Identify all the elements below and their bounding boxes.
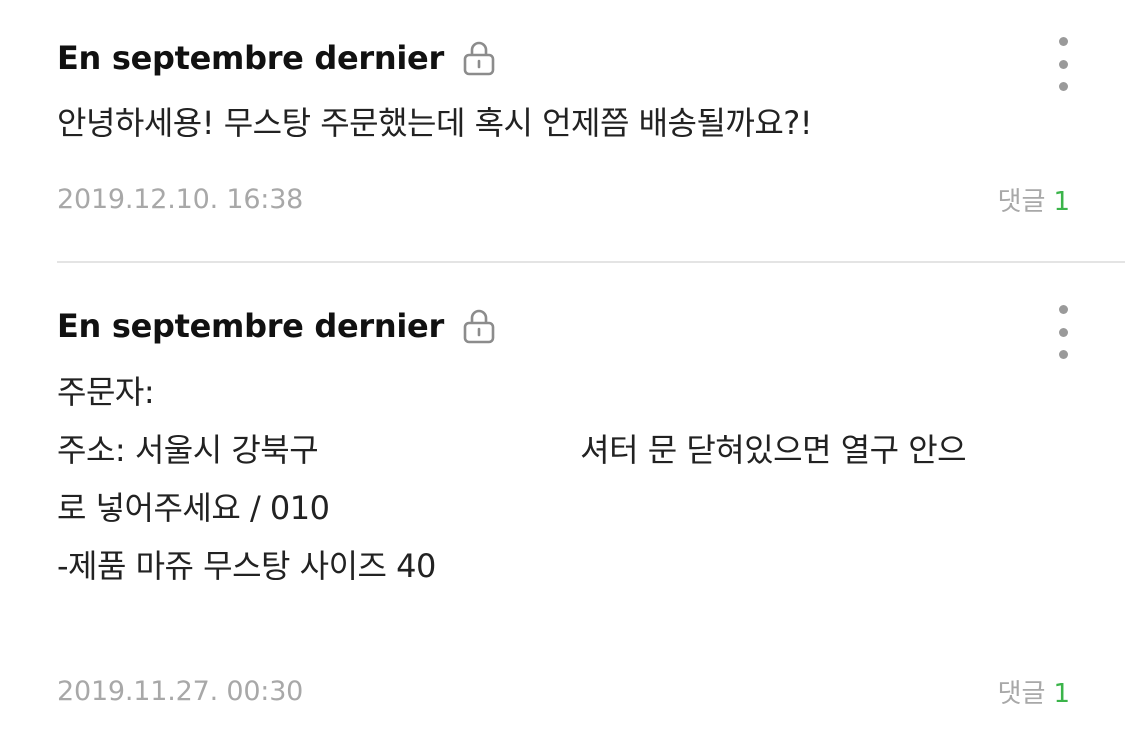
post-timestamp: 2019.11.27. 00:30	[57, 675, 304, 707]
comment-link[interactable]: 댓글 1	[998, 181, 1070, 218]
orderer-label: 주문자:	[57, 373, 155, 411]
post-header: En septembre dernier	[57, 304, 496, 348]
comment-count: 1	[1053, 678, 1070, 709]
comment-link[interactable]: 댓글 1	[998, 673, 1070, 710]
phone-line: 로 넣어주세요 / 010	[57, 489, 330, 527]
post-item[interactable]: En septembre dernier 안녕하세용! 무스탕 주문했는데 혹시…	[0, 0, 1125, 262]
post-footer: 2019.12.10. 16:38 댓글 1	[57, 181, 1070, 217]
post-timestamp: 2019.12.10. 16:38	[57, 183, 304, 215]
author-name: En septembre dernier	[57, 39, 444, 77]
post-body-line: 안녕하세용! 무스탕 주문했는데 혹시 언제쯤 배송될까요?!	[57, 104, 813, 142]
comment-label: 댓글	[997, 678, 1046, 709]
post-body: 주문자: 주소: 서울시 강북구 셔터 문 닫혀있으면 열구 안으 로 넣어주세요…	[57, 363, 1077, 595]
comment-count: 1	[1053, 186, 1070, 217]
lock-icon	[463, 41, 495, 76]
address-note: 셔터 문 닫혀있으면 열구 안으	[580, 431, 967, 469]
post-body-line: 로 넣어주세요 / 010	[57, 479, 1077, 537]
post-footer: 2019.11.27. 00:30 댓글 1	[57, 673, 1070, 709]
post-body-line: -제품 마쥬 무스탕 사이즈 40	[57, 537, 1077, 595]
product-line: -제품 마쥬 무스탕 사이즈 40	[57, 547, 436, 585]
post-body: 안녕하세용! 무스탕 주문했는데 혹시 언제쯤 배송될까요?!	[57, 94, 1077, 152]
comment-label: 댓글	[997, 186, 1046, 217]
more-options-button[interactable]	[1051, 305, 1075, 359]
post-item[interactable]: En septembre dernier 주문자: 주소: 서울시 강북구 셔터 …	[0, 263, 1125, 731]
more-vertical-icon	[1058, 305, 1068, 314]
author-name: En septembre dernier	[57, 307, 444, 345]
post-body-line: 주소: 서울시 강북구 셔터 문 닫혀있으면 열구 안으	[57, 421, 1077, 479]
address-start: 주소: 서울시 강북구	[57, 431, 319, 469]
more-vertical-icon	[1058, 37, 1068, 46]
post-header: En septembre dernier	[57, 36, 496, 80]
more-options-button[interactable]	[1051, 37, 1075, 91]
post-body-line: 주문자:	[57, 363, 1077, 421]
lock-icon	[463, 309, 495, 344]
